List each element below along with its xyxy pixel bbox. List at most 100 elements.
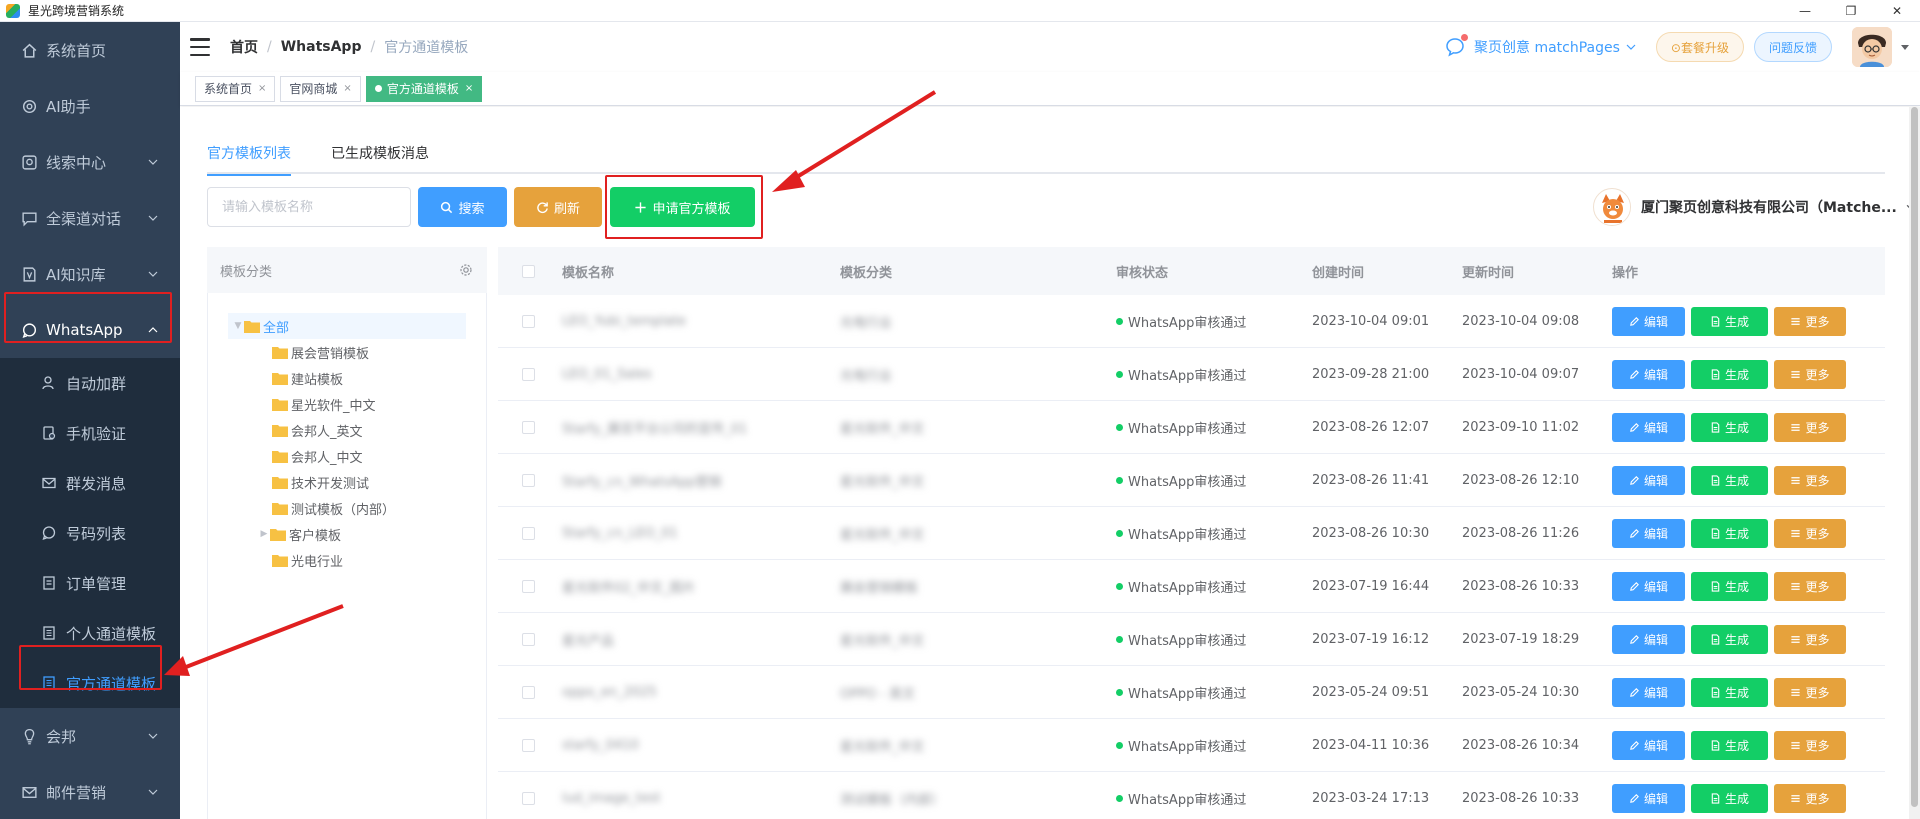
tree-node[interactable]: 建站模板 xyxy=(208,365,486,391)
edit-button[interactable]: 编辑 xyxy=(1612,518,1685,548)
sidebar-item-ai-assistant[interactable]: AI助手 xyxy=(0,78,180,134)
edit-icon xyxy=(1630,475,1639,485)
edit-button[interactable]: 编辑 xyxy=(1612,677,1685,707)
more-button[interactable]: 更多 xyxy=(1774,730,1846,760)
edit-button[interactable]: 编辑 xyxy=(1612,412,1685,442)
tree-node[interactable]: 测试模板（内部） xyxy=(208,495,486,521)
row-checkbox[interactable] xyxy=(521,526,535,540)
more-button[interactable]: 更多 xyxy=(1774,518,1846,548)
row-checkbox[interactable] xyxy=(521,367,535,381)
sidebar-item-broadcast[interactable]: 群发消息 xyxy=(0,458,180,508)
more-button[interactable]: 更多 xyxy=(1774,412,1846,442)
row-checkbox[interactable] xyxy=(521,738,535,752)
chevron-down-icon xyxy=(148,213,158,223)
edit-button[interactable]: 编辑 xyxy=(1612,624,1685,654)
sidebar-item-home[interactable]: 系统首页 xyxy=(0,22,180,78)
generate-button[interactable]: 生成 xyxy=(1691,783,1768,813)
avatar[interactable] xyxy=(1852,27,1892,67)
gear-icon[interactable] xyxy=(459,263,473,277)
tree-node[interactable]: 技术开发测试 xyxy=(208,469,486,495)
tree-node[interactable]: 光电行业 xyxy=(208,547,486,573)
tree-node[interactable]: 展会营销模板 xyxy=(208,339,486,365)
hamburger-menu-icon[interactable] xyxy=(190,38,210,56)
generate-button[interactable]: 生成 xyxy=(1691,412,1768,442)
sidebar-item-number-list[interactable]: 号码列表 xyxy=(0,508,180,558)
table-row: oppo_en_2025 OPPO - 英文 WhatsApp审核通过 2023-05… xyxy=(498,666,1885,719)
row-checkbox[interactable] xyxy=(521,791,535,805)
edit-button[interactable]: 编辑 xyxy=(1612,465,1685,495)
sidebar-item-auto-join-group[interactable]: 自动加群 xyxy=(0,358,180,408)
edit-button[interactable]: 编辑 xyxy=(1612,783,1685,813)
edit-button[interactable]: 编辑 xyxy=(1612,730,1685,760)
more-button[interactable]: 更多 xyxy=(1774,783,1846,813)
generate-button[interactable]: 生成 xyxy=(1691,465,1768,495)
generate-button[interactable]: 生成 xyxy=(1691,359,1768,389)
edit-button[interactable]: 编辑 xyxy=(1612,359,1685,389)
tag-mall[interactable]: 官网商城 × xyxy=(280,75,361,102)
table-row: Starfy_cn_WhatsApp营销 星光软件_中文 WhatsApp审核通过 2… xyxy=(498,454,1885,507)
close-window-button[interactable]: ✕ xyxy=(1874,0,1920,22)
upgrade-plan-button[interactable]: ⊙套餐升级 xyxy=(1655,32,1744,62)
row-checkbox[interactable] xyxy=(521,314,535,328)
status-dot-icon xyxy=(1116,635,1123,643)
feedback-button[interactable]: 问题反馈 xyxy=(1753,32,1832,62)
search-button[interactable]: 搜索 xyxy=(418,187,507,227)
template-name: lud_image_test xyxy=(562,790,661,806)
sidebar-item-omnichannel[interactable]: 全渠道对话 xyxy=(0,190,180,246)
tree-node[interactable]: 星光软件_中文 xyxy=(208,391,486,417)
more-button[interactable]: 更多 xyxy=(1774,465,1846,495)
tag-home[interactable]: 系统首页 × xyxy=(195,75,276,102)
more-button[interactable]: 更多 xyxy=(1774,624,1846,654)
tag-official-template[interactable]: 官方通道模板 × xyxy=(365,75,483,102)
edit-button[interactable]: 编辑 xyxy=(1612,306,1685,336)
more-button[interactable]: 更多 xyxy=(1774,571,1846,601)
template-category: 星光软件_中文 xyxy=(840,527,925,543)
vertical-scrollbar[interactable] xyxy=(1909,107,1920,819)
generate-button[interactable]: 生成 xyxy=(1691,571,1768,601)
generate-button[interactable]: 生成 xyxy=(1691,677,1768,707)
tab-official-template-list[interactable]: 官方模板列表 xyxy=(207,134,291,176)
close-icon[interactable]: × xyxy=(343,83,351,94)
generate-button[interactable]: 生成 xyxy=(1691,624,1768,654)
more-button[interactable]: 更多 xyxy=(1774,359,1846,389)
select-all-checkbox[interactable] xyxy=(521,264,535,278)
sidebar-item-clue-center[interactable]: 线索中心 xyxy=(0,134,180,190)
generate-button[interactable]: 生成 xyxy=(1691,306,1768,336)
message-icon[interactable] xyxy=(1444,34,1468,58)
close-icon[interactable]: × xyxy=(258,83,266,94)
row-checkbox[interactable] xyxy=(521,579,535,593)
caret-down-icon[interactable]: ▼ xyxy=(232,321,244,331)
edit-button[interactable]: 编辑 xyxy=(1612,571,1685,601)
organization-select[interactable]: 厦门聚页创意科技有限公司（Matche... xyxy=(1593,187,1920,227)
chevron-down-icon xyxy=(148,731,158,741)
breadcrumb-whatsapp[interactable]: WhatsApp xyxy=(281,39,362,55)
template-name: 星光产品 xyxy=(562,633,615,649)
sidebar-item-email-marketing[interactable]: 邮件营销 xyxy=(0,764,180,819)
more-button[interactable]: 更多 xyxy=(1774,677,1846,707)
tree-node[interactable]: ▶ 客户模板 xyxy=(208,521,486,547)
close-icon[interactable]: × xyxy=(465,83,473,94)
generate-button[interactable]: 生成 xyxy=(1691,730,1768,760)
tree-node-all[interactable]: ▼ 全部 xyxy=(228,313,466,339)
minimize-button[interactable]: — xyxy=(1782,0,1828,22)
sidebar-item-order-management[interactable]: 订单管理 xyxy=(0,558,180,608)
template-name-search-input[interactable] xyxy=(207,187,411,227)
sidebar-item-huibang[interactable]: 会邦 xyxy=(0,708,180,764)
row-checkbox[interactable] xyxy=(521,685,535,699)
row-checkbox[interactable] xyxy=(521,473,535,487)
sidebar-item-phone-verify[interactable]: 手机验证 xyxy=(0,408,180,458)
maximize-button[interactable]: ❐ xyxy=(1828,0,1874,22)
tab-generated-template-messages[interactable]: 已生成模板消息 xyxy=(331,134,429,174)
row-checkbox[interactable] xyxy=(521,632,535,646)
row-checkbox[interactable] xyxy=(521,420,535,434)
caret-down-icon[interactable] xyxy=(1900,42,1910,52)
tree-node[interactable]: 会邦人_中文 xyxy=(208,443,486,469)
scrollbar-thumb[interactable] xyxy=(1911,107,1918,807)
more-button[interactable]: 更多 xyxy=(1774,306,1846,336)
refresh-button[interactable]: 刷新 xyxy=(514,187,602,227)
company-switcher[interactable]: 聚页创意 matchPages xyxy=(1474,37,1636,57)
tree-node[interactable]: 会邦人_英文 xyxy=(208,417,486,443)
caret-right-icon[interactable]: ▶ xyxy=(258,529,270,539)
breadcrumb-home[interactable]: 首页 xyxy=(230,37,258,57)
generate-button[interactable]: 生成 xyxy=(1691,518,1768,548)
